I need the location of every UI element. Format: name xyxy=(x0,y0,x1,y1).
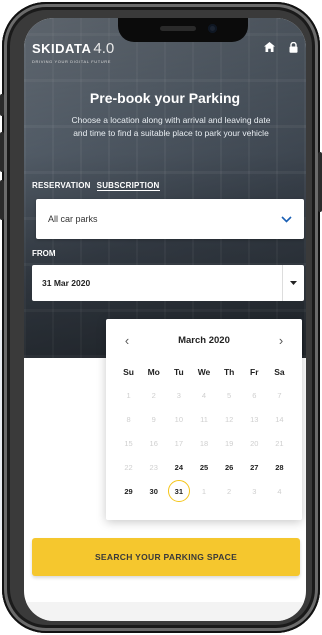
calendar-day: 19 xyxy=(224,438,234,448)
weekday-label: Tu xyxy=(173,367,184,377)
from-date-value: 31 Mar 2020 xyxy=(42,278,91,288)
date-dropdown-button[interactable] xyxy=(282,265,304,301)
calendar-day: 2 xyxy=(151,390,156,400)
weekday-label: Su xyxy=(123,367,134,377)
tab-reservation[interactable]: RESERVATION xyxy=(32,181,91,191)
brand-logo[interactable]: SKIDATA 4.0 DRIVING YOUR DIGITAL FUTURE xyxy=(32,40,114,64)
from-date-field[interactable]: 31 Mar 2020 xyxy=(32,265,304,301)
calendar-day: 2 xyxy=(227,486,232,496)
power-button xyxy=(318,152,322,212)
volume-up-button xyxy=(0,132,4,172)
page-subtitle: Choose a location along with arrival and… xyxy=(71,115,271,138)
device-mockup: SKIDATA 4.0 DRIVING YOUR DIGITAL FUTURE P… xyxy=(0,0,322,635)
weekday-label: Mo xyxy=(147,367,160,377)
date-picker: ‹ March 2020 › Su Mo Tu We Th Fr Sa 1234567891… xyxy=(106,319,302,520)
phone-frame: SKIDATA 4.0 DRIVING YOUR DIGITAL FUTURE P… xyxy=(0,2,322,633)
weekday-label: Sa xyxy=(274,367,285,377)
car-park-select-value: All car parks xyxy=(48,214,98,224)
tab-subscription[interactable]: SUBSCRIPTION xyxy=(96,181,160,191)
weekday-label: Fr xyxy=(250,367,259,377)
calendar-day: 5 xyxy=(227,390,232,400)
page-title: Pre-book your Parking xyxy=(89,90,241,106)
calendar-day: 20 xyxy=(250,438,259,448)
notch xyxy=(118,18,248,42)
calendar-day: 4 xyxy=(277,486,282,496)
calendar-day: 10 xyxy=(174,414,184,424)
home-icon[interactable] xyxy=(264,42,275,53)
front-camera xyxy=(208,24,217,33)
volume-down-button xyxy=(0,180,4,220)
booking-tabs: RESERVATION SUBSCRIPTION xyxy=(32,181,160,191)
calendar-day[interactable]: 31 xyxy=(166,479,191,503)
calendar-day: 9 xyxy=(151,414,156,424)
calendar-day: 17 xyxy=(174,438,184,448)
brand-name: SKIDATA xyxy=(32,41,92,56)
brand-tagline: DRIVING YOUR DIGITAL FUTURE xyxy=(32,59,112,64)
calendar-day: 16 xyxy=(149,438,158,448)
calendar-day: 15 xyxy=(124,438,133,448)
calendar-day[interactable]: 27 xyxy=(242,455,267,479)
calendar-day: 8 xyxy=(126,414,131,424)
calendar-days: 1 2 3 4 5 6 7 8 9 10 11 12 13 14 15 16 17 18 19 20 21 22 23 24 2… xyxy=(116,383,292,503)
calendar-day: 23 xyxy=(149,462,158,472)
home-indicator-area xyxy=(24,602,306,621)
car-park-select[interactable]: All car parks xyxy=(36,199,304,239)
weekday-label: Th xyxy=(223,367,235,377)
calendar-day: 6 xyxy=(252,390,257,400)
calendar-header: ‹ March 2020 › xyxy=(106,319,302,361)
lock-icon[interactable] xyxy=(289,42,298,53)
caret-down-icon xyxy=(290,281,297,285)
calendar-day: 11 xyxy=(200,414,208,424)
calendar-day[interactable]: 28 xyxy=(267,455,292,479)
calendar-day: 3 xyxy=(252,486,257,496)
calendar-day[interactable]: 26 xyxy=(217,455,242,479)
calendar-day: 12 xyxy=(224,414,234,424)
mute-switch xyxy=(0,94,4,116)
app-screen: SKIDATA 4.0 DRIVING YOUR DIGITAL FUTURE P… xyxy=(24,18,306,621)
from-label: FROM xyxy=(32,249,56,258)
calendar-day[interactable]: 30 xyxy=(141,479,166,503)
calendar-day: 3 xyxy=(176,390,181,400)
calendar-day: 21 xyxy=(275,438,284,448)
search-parking-button[interactable]: SEARCH YOUR PARKING SPACE xyxy=(32,538,300,576)
calendar-day: 18 xyxy=(199,438,209,448)
weekday-label: We xyxy=(197,367,211,377)
prev-month-icon[interactable]: ‹ xyxy=(120,333,134,348)
calendar-month-label: March 2020 xyxy=(178,334,230,346)
speaker-grille xyxy=(160,26,196,31)
chevron-down-icon xyxy=(281,210,292,228)
calendar-day: 13 xyxy=(250,414,259,424)
header-actions xyxy=(264,42,298,53)
calendar-day: 14 xyxy=(275,414,284,424)
calendar-day[interactable]: 29 xyxy=(116,479,141,503)
brand-version: 4.0 xyxy=(93,40,115,57)
calendar-day: 1 xyxy=(126,390,131,400)
next-month-icon[interactable]: › xyxy=(274,333,288,348)
weekday-row: Su Mo Tu We Th Fr Sa xyxy=(116,367,292,377)
calendar-day[interactable]: 25 xyxy=(191,455,216,479)
calendar-day: 4 xyxy=(201,390,207,400)
calendar-day: 22 xyxy=(124,462,133,472)
calendar-day[interactable]: 24 xyxy=(166,455,191,479)
calendar-day: 1 xyxy=(201,486,207,496)
calendar-day: 7 xyxy=(277,390,282,400)
